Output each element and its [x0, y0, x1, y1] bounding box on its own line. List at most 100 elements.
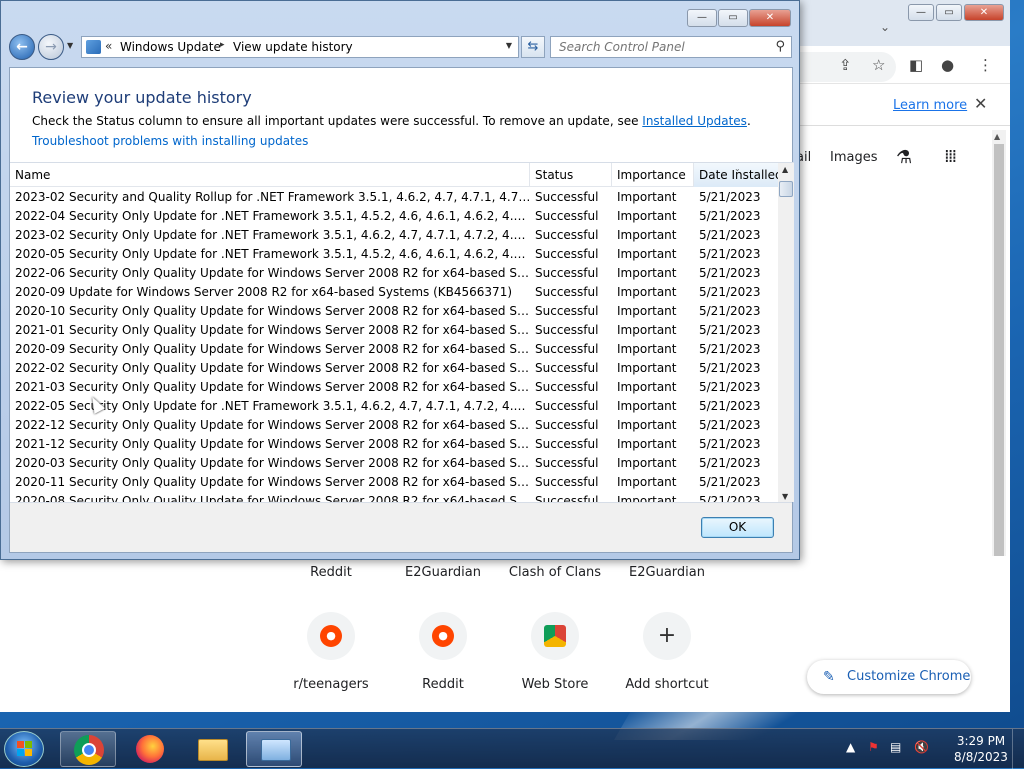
table-row[interactable]: 2023-02 Security and Quality Rollup for … — [10, 188, 780, 207]
table-row[interactable]: 2022-12 Security Only Quality Update for… — [10, 416, 780, 435]
importance-cell: Important — [617, 228, 677, 242]
show-desktop-button[interactable] — [1012, 729, 1024, 769]
control-panel-icon — [261, 739, 291, 761]
shortcut-label-reddit[interactable]: Reddit — [388, 677, 498, 692]
table-row[interactable]: 2020-03 Security Only Quality Update for… — [10, 454, 780, 473]
date-installed-cell: 5/21/2023 — [699, 399, 761, 413]
search-box[interactable]: ⚲ — [550, 36, 792, 58]
table-row[interactable]: 2020-10 Security Only Quality Update for… — [10, 302, 780, 321]
column-header-date-installed[interactable]: ⌄ Date Installed — [694, 163, 783, 187]
shortcut-label-add-shortcut[interactable]: Add shortcut — [612, 677, 722, 692]
forward-button[interactable]: → — [38, 34, 64, 60]
search-icon[interactable]: ⚲ — [775, 39, 785, 54]
table-row[interactable]: 2021-01 Security Only Quality Update for… — [10, 321, 780, 340]
ok-button[interactable]: OK — [701, 517, 774, 538]
table-row[interactable]: 2022-04 Security Only Update for .NET Fr… — [10, 207, 780, 226]
update-name-cell: 2020-09 Security Only Quality Update for… — [15, 342, 532, 356]
update-history-window[interactable]: — ▭ ✕ ← → ▼ « Windows Update ▸ View upda… — [0, 0, 800, 560]
search-input[interactable] — [557, 38, 767, 56]
status-cell: Successful — [535, 361, 599, 375]
recent-pages-dropdown-icon[interactable]: ▼ — [67, 41, 73, 50]
intro-text-body: Check the Status column to ensure all im… — [32, 114, 643, 128]
reddit-icon[interactable]: ● — [307, 612, 355, 660]
windows-logo-icon — [17, 741, 33, 757]
scroll-thumb[interactable] — [779, 181, 793, 197]
scroll-up-icon[interactable]: ▲ — [782, 165, 788, 174]
table-row[interactable]: 2020-08 Security Only Quality Update for… — [10, 492, 780, 502]
profile-avatar-icon[interactable]: ● — [941, 56, 954, 74]
taskbar-chrome[interactable] — [60, 731, 116, 767]
status-cell: Successful — [535, 209, 599, 223]
side-panel-icon[interactable]: ◧ — [909, 56, 923, 74]
images-link[interactable]: Images — [830, 150, 878, 165]
shortcut-label[interactable]: Clash of Clans — [500, 565, 610, 580]
web-store-icon[interactable] — [531, 612, 579, 660]
chrome-menu-icon[interactable]: ⋮ — [978, 56, 993, 74]
column-header-importance[interactable]: Importance — [612, 163, 694, 187]
bookmark-star-icon[interactable]: ☆ — [872, 56, 885, 74]
table-row[interactable]: 2022-06 Security Only Quality Update for… — [10, 264, 780, 283]
shortcut-label-web-store[interactable]: Web Store — [500, 677, 610, 692]
plus-icon[interactable]: + — [643, 612, 691, 660]
list-scrollbar[interactable]: ▲ ▼ — [778, 163, 794, 502]
chrome-maximize-button[interactable]: ▭ — [936, 4, 962, 21]
breadcrumb-separator-icon[interactable]: ▸ — [220, 40, 225, 50]
table-row[interactable]: 2021-12 Security Only Quality Update for… — [10, 435, 780, 454]
address-bar[interactable]: « Windows Update ▸ View update history ▼ — [81, 36, 519, 58]
table-row[interactable]: 2020-09 Update for Windows Server 2008 R… — [10, 283, 780, 302]
installed-updates-link[interactable]: Installed Updates — [642, 114, 747, 128]
show-hidden-icons-icon[interactable]: ▲ — [846, 740, 855, 754]
importance-cell: Important — [617, 456, 677, 470]
share-icon[interactable]: ⇪ — [839, 56, 852, 74]
shortcut-label[interactable]: E2Guardian — [388, 565, 498, 580]
shortcut-label[interactable]: E2Guardian — [612, 565, 722, 580]
chrome-minimize-button[interactable]: — — [908, 4, 934, 21]
address-dropdown-icon[interactable]: ▼ — [506, 41, 512, 50]
table-row[interactable]: 2020-05 Security Only Update for .NET Fr… — [10, 245, 780, 264]
overflow-chevron-icon[interactable]: « — [105, 39, 112, 53]
tab-search-icon[interactable]: ⌄ — [880, 20, 890, 34]
table-row[interactable]: 2022-02 Security Only Quality Update for… — [10, 359, 780, 378]
table-row[interactable]: 2022-05 Security Only Update for .NET Fr… — [10, 397, 780, 416]
table-row[interactable]: 2021-03 Security Only Quality Update for… — [10, 378, 780, 397]
volume-muted-icon[interactable]: 🔇 — [914, 740, 929, 754]
table-row[interactable]: 2020-09 Security Only Quality Update for… — [10, 340, 780, 359]
chrome-titlebar[interactable]: ⌄ — ▭ ✕ — [796, 0, 1010, 46]
learn-more-link[interactable]: Learn more — [893, 98, 967, 113]
chrome-close-button[interactable]: ✕ — [964, 4, 1004, 21]
update-name-cell: 2020-08 Security Only Quality Update for… — [15, 494, 532, 502]
update-history-list[interactable]: Name Status Importance ⌄ Date Installed … — [10, 162, 794, 502]
scroll-down-icon[interactable]: ▼ — [782, 492, 788, 501]
apps-grid-icon[interactable]: ⁞⁞⁞ — [944, 146, 957, 167]
taskbar-firefox[interactable] — [122, 731, 178, 767]
minimize-button[interactable]: — — [687, 9, 717, 27]
refresh-button[interactable]: ⇆ — [521, 36, 545, 58]
clock[interactable]: 3:29 PM 8/8/2023 — [946, 733, 1016, 765]
reddit-icon[interactable]: ● — [419, 612, 467, 660]
start-button[interactable] — [4, 731, 44, 767]
column-header-status[interactable]: Status — [530, 163, 612, 187]
shortcut-label[interactable]: Reddit — [276, 565, 386, 580]
troubleshoot-link[interactable]: Troubleshoot problems with installing up… — [32, 134, 308, 148]
customize-chrome-button[interactable]: ✎ Customize Chrome — [807, 660, 971, 694]
maximize-button[interactable]: ▭ — [718, 9, 748, 27]
back-button[interactable]: ← — [9, 34, 35, 60]
scroll-up-icon[interactable]: ▲ — [994, 132, 1000, 141]
shortcut-label-r-teenagers[interactable]: r/teenagers — [276, 677, 386, 692]
action-center-icon[interactable]: ⚑ — [868, 740, 879, 754]
importance-cell: Important — [617, 475, 677, 489]
taskbar-control-panel[interactable] — [246, 731, 302, 767]
info-bar-close-icon[interactable]: ✕ — [974, 94, 987, 113]
table-row[interactable]: 2020-11 Security Only Quality Update for… — [10, 473, 780, 492]
labs-flask-icon[interactable]: ⚗ — [896, 147, 912, 168]
taskbar-file-explorer[interactable] — [184, 731, 240, 767]
status-cell: Successful — [535, 247, 599, 261]
importance-cell: Important — [617, 380, 677, 394]
close-button[interactable]: ✕ — [749, 9, 791, 27]
network-icon[interactable]: ▤ — [890, 740, 901, 754]
column-header-name[interactable]: Name — [10, 163, 530, 187]
table-row[interactable]: 2023-02 Security Only Update for .NET Fr… — [10, 226, 780, 245]
status-cell: Successful — [535, 418, 599, 432]
breadcrumb-windows-update[interactable]: Windows Update — [120, 40, 221, 54]
breadcrumb-view-update-history[interactable]: View update history — [233, 40, 353, 54]
